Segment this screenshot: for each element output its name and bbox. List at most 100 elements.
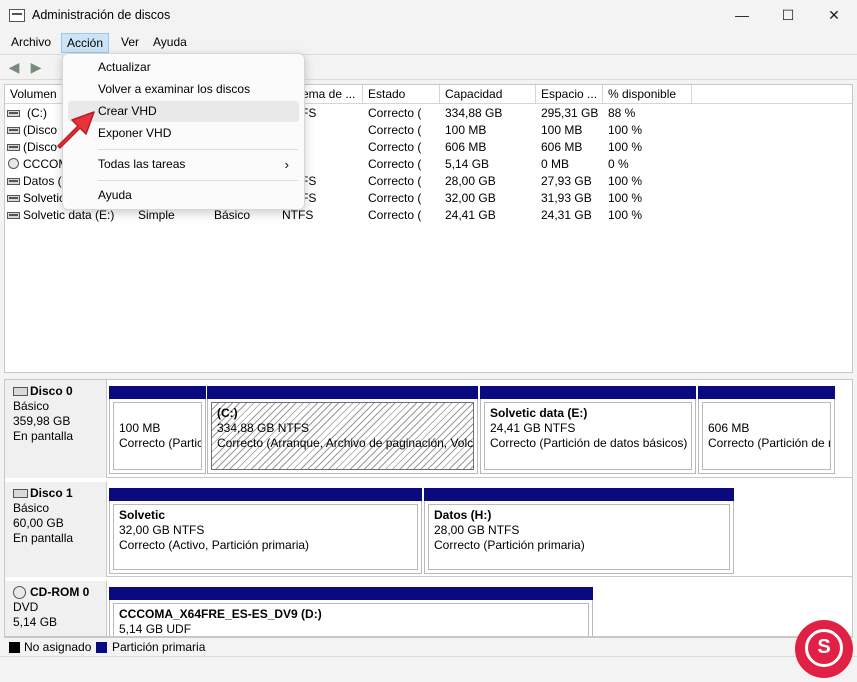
menu-accion[interactable]: Acción (61, 33, 110, 53)
partition-c[interactable]: (C:) 334,88 GB NTFS Correcto (Arranque, … (207, 386, 478, 474)
partition-title: (C:) (217, 406, 238, 420)
partition-size: 100 MB (119, 421, 161, 435)
cell-capacity: 606 MB (445, 140, 487, 154)
cell-pct: 88 % (608, 106, 636, 120)
partition-size: 28,00 GB NTFS (434, 523, 520, 537)
disk-kind: Básico (13, 501, 50, 515)
cell-free: 606 MB (541, 140, 583, 154)
disk-icon (7, 127, 20, 134)
menu-item-volver-examinar[interactable]: Volver a examinar los discos (68, 79, 299, 100)
partition-status: Correcto (Activo, Partición primaria) (119, 538, 310, 552)
partition-h[interactable]: Datos (H:) 28,00 GB NTFS Correcto (Parti… (424, 488, 734, 574)
back-arrow-icon[interactable]: ◀ (5, 59, 23, 75)
partition-status: Correcto (Partición de datos básicos) (490, 436, 688, 450)
pointer-arrow-icon (57, 111, 95, 149)
partition-band (109, 587, 593, 600)
menu-ayuda[interactable]: Ayuda (148, 33, 192, 53)
cell-volume: Datos ( (23, 174, 62, 188)
partition-size: 334,88 GB NTFS (217, 421, 310, 435)
disk-size: 5,14 GB (13, 615, 58, 629)
disk-name: Disco 1 (13, 486, 106, 501)
partition-band (207, 386, 478, 399)
disk-row-cdrom: CD-ROM 0 DVD 5,14 GB CCCOMA_X64FRE_ES-ES… (5, 581, 852, 636)
disk-kind: Básico (13, 399, 50, 413)
cell-volume: Solvetic (23, 191, 63, 205)
menu-ver[interactable]: Ver (116, 33, 144, 53)
close-button[interactable]: ✕ (811, 0, 857, 31)
menu-item-actualizar[interactable]: Actualizar (68, 57, 299, 78)
cell-capacity: 24,41 GB (445, 208, 496, 222)
partition-band (109, 488, 422, 501)
disk-row-0: Disco 0 Básico 359,98 GB En pantalla 100… (5, 380, 852, 478)
disk-icon (7, 195, 20, 202)
column-header-disponible[interactable]: % disponible (603, 85, 692, 104)
partition-band (480, 386, 696, 399)
cell-pct: 100 % (608, 123, 643, 137)
cell-free: 31,93 GB (541, 191, 592, 205)
partition-size: 5,14 GB UDF (119, 622, 192, 636)
forward-arrow-icon[interactable]: ▶ (27, 59, 45, 75)
cell-pct: 0 % (608, 157, 629, 171)
partition-title: Solvetic (119, 508, 166, 522)
unallocated-swatch (9, 642, 20, 653)
partition-status: Correcto (Arranque, Archivo de paginació… (217, 436, 474, 450)
disk-icon (7, 110, 20, 117)
cell-pct: 100 % (608, 140, 643, 154)
chevron-right-icon: › (284, 157, 289, 172)
partition-status: Correcto (Partición de r (708, 436, 831, 450)
cell-free: 0 MB (541, 157, 570, 171)
cd-icon (8, 158, 19, 169)
title-bar: Administración de discos — ☐ ✕ (0, 0, 857, 31)
cell-free: 24,31 GB (541, 208, 592, 222)
maximize-button[interactable]: ☐ (765, 0, 811, 31)
cell-status: Correcto ( (368, 140, 422, 154)
cell-status: Correcto ( (368, 106, 422, 120)
cell-status: Correcto ( (368, 174, 422, 188)
disk-map: Disco 0 Básico 359,98 GB En pantalla 100… (4, 379, 853, 637)
disk-name: CD-ROM 0 (13, 585, 106, 600)
column-header-estado[interactable]: Estado (363, 85, 440, 104)
cell-pct: 100 % (608, 191, 643, 205)
partition-status: Correcto (Partición primaria) (434, 538, 585, 552)
partition-size: 32,00 GB NTFS (119, 523, 205, 537)
disk-management-app-icon (9, 9, 25, 22)
disk-info[interactable]: Disco 0 Básico 359,98 GB En pantalla (5, 380, 107, 478)
disk-info[interactable]: CD-ROM 0 DVD 5,14 GB (5, 581, 107, 636)
disk-info[interactable]: Disco 1 Básico 60,00 GB En pantalla (5, 482, 107, 577)
menu-item-ayuda[interactable]: Ayuda (68, 185, 299, 206)
partition-title: CCCOMA_X64FRE_ES-ES_DV9 (D:) (119, 607, 322, 621)
partition[interactable]: 606 MB Correcto (Partición de r (698, 386, 835, 474)
watermark-logo: S (795, 620, 853, 678)
disk-name: Disco 0 (13, 384, 106, 399)
disk-state: En pantalla (13, 429, 74, 443)
cell-capacity: 334,88 GB (445, 106, 503, 120)
cell-status: Correcto ( (368, 157, 422, 171)
legend-unallocated: No asignado (24, 640, 92, 654)
partition[interactable]: 100 MB Correcto (Partic (109, 386, 206, 474)
disk-size: 60,00 GB (13, 516, 64, 530)
column-header-espacio[interactable]: Espacio ... (536, 85, 603, 104)
partition-d[interactable]: CCCOMA_X64FRE_ES-ES_DV9 (D:) 5,14 GB UDF (109, 587, 593, 636)
cell-capacity: 32,00 GB (445, 191, 496, 205)
cell-status: Correcto ( (368, 191, 422, 205)
partition-title: Solvetic data (E:) (490, 406, 588, 420)
status-bar (0, 656, 857, 682)
disk-kind: DVD (13, 600, 39, 614)
cell-capacity: 5,14 GB (445, 157, 490, 171)
menu-item-label: Todas las tareas (98, 157, 186, 171)
partition-status: Correcto (Partic (119, 436, 202, 450)
partition-e[interactable]: Solvetic data (E:) 24,41 GB NTFS Correct… (480, 386, 696, 474)
column-header-capacidad[interactable]: Capacidad (440, 85, 536, 104)
partition-band (109, 386, 206, 399)
legend-primary: Partición primaria (112, 640, 206, 654)
disk-icon (7, 212, 20, 219)
cell-pct: 100 % (608, 208, 643, 222)
cell-status: Correcto ( (368, 208, 422, 222)
partition-size: 24,41 GB NTFS (490, 421, 576, 435)
cell-status: Correcto ( (368, 123, 422, 137)
minimize-button[interactable]: — (719, 0, 765, 31)
partition-band (698, 386, 835, 399)
partition-solvetic[interactable]: Solvetic 32,00 GB NTFS Correcto (Activo,… (109, 488, 422, 574)
legend: No asignado Partición primaria (4, 637, 853, 656)
menu-archivo[interactable]: Archivo (6, 33, 56, 53)
